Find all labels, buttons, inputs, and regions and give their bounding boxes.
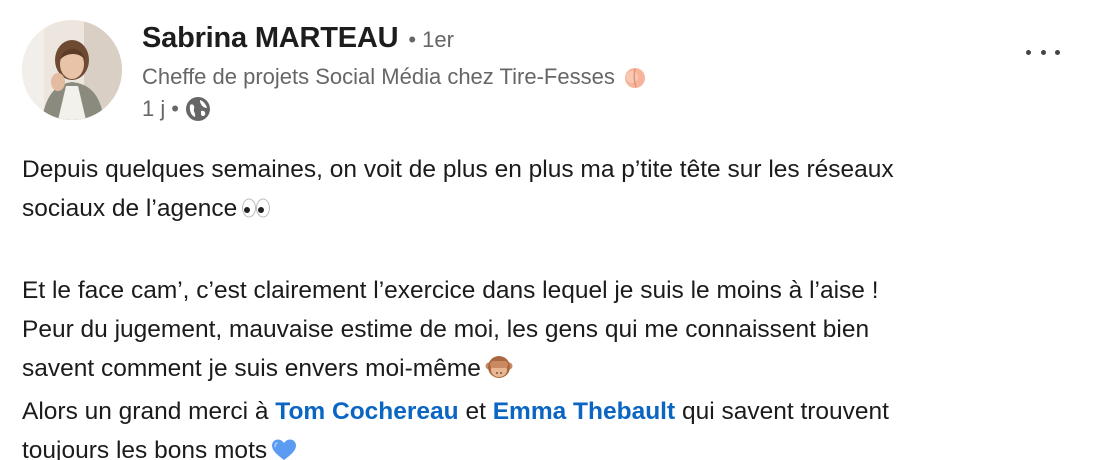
author-headline: Cheffe de projets Social Média chez Tire… [142,64,615,89]
more-options-button[interactable] [1026,42,1060,62]
post-line: Depuis quelques semaines, on voit de plu… [22,156,894,183]
separator-dot: • [408,27,417,52]
globe-icon [185,96,211,122]
author-headline-row: Cheffe de projets Social Média chez Tire… [142,64,647,90]
post-line: Peur du jugement, mauvaise estime de moi… [22,316,870,343]
post-line-with-emoji: toujours les bons mots [22,431,1066,460]
author-info: Sabrina MARTEAU • 1er Cheffe de projets … [142,20,647,122]
post-text: qui savent trouvent [681,398,889,425]
post-meta: 1 j • [142,96,647,122]
post-text: et [465,398,486,425]
thanks-line: Alors un grand merci à Tom Cochereau et … [22,392,1066,431]
dot [1055,49,1060,55]
post-line: savent comment je suis envers moi-même [22,355,481,382]
separator-dot: • [171,96,179,121]
avatar[interactable] [22,20,122,120]
see-no-evil-monkey-icon [485,353,513,392]
post-line-with-emoji: sociaux de l’agence [22,189,1066,232]
linkedin-post: Sabrina MARTEAU • 1er Cheffe de projets … [0,0,1096,460]
post-line: toujours les bons mots [22,437,268,460]
blue-heart-icon [271,435,297,460]
post-line: Et le face cam’, c’est clairement l’exer… [22,277,879,304]
eyes-icon [241,193,271,232]
connection-degree: 1er [422,27,454,52]
post-line: sociaux de l’agence [22,195,238,222]
mention-emma-thebault[interactable]: Emma Thebault [493,398,675,425]
post-header: Sabrina MARTEAU • 1er Cheffe de projets … [22,20,1096,122]
dot [1040,49,1046,55]
post-time: 1 j [142,96,166,121]
author-name[interactable]: Sabrina MARTEAU [142,22,399,55]
post-body: Depuis quelques semaines, on voit de plu… [22,150,1096,460]
dot [1026,49,1031,55]
mention-tom-cochereau[interactable]: Tom Cochereau [275,398,458,425]
peach-icon [623,65,647,89]
post-text: Alors un grand merci à [22,398,269,425]
name-row: Sabrina MARTEAU • 1er [142,22,647,60]
post-line-with-emoji: savent comment je suis envers moi-même [22,349,1066,392]
